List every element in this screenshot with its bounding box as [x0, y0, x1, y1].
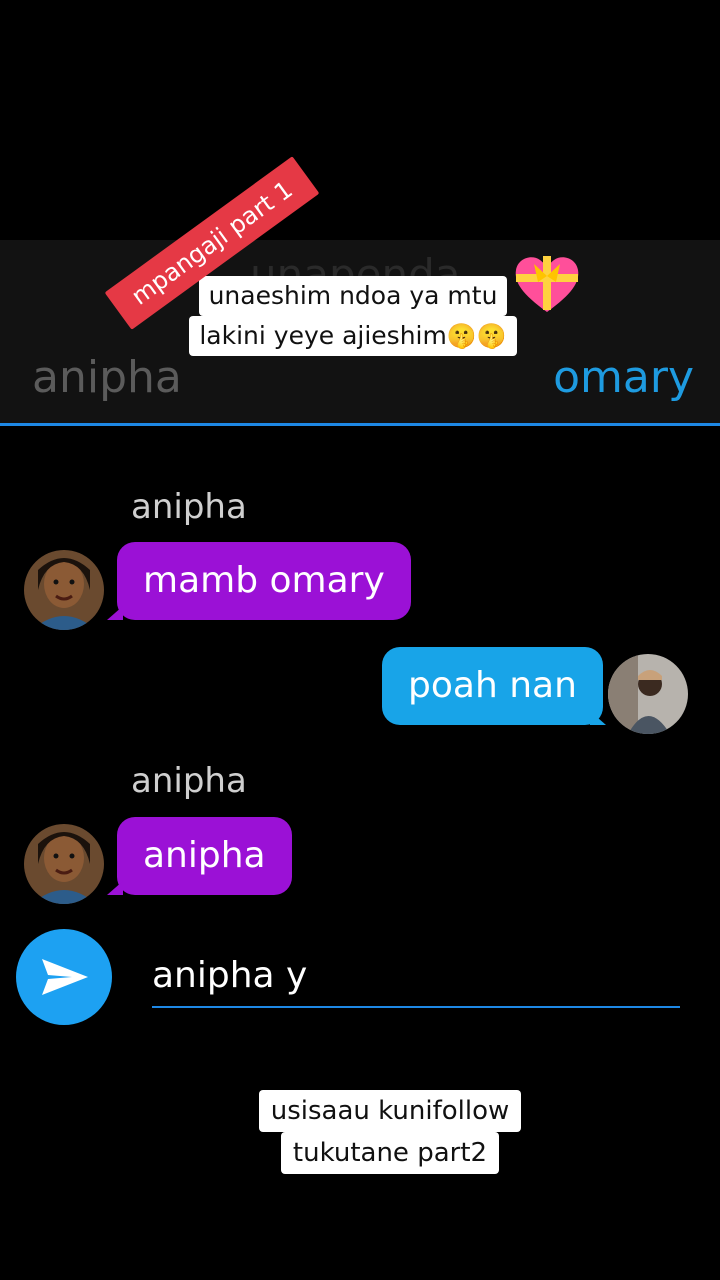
avatar-photo-icon [608, 654, 688, 734]
heart-with-ribbon-icon [515, 256, 579, 312]
header-divider [0, 423, 720, 426]
send-icon [42, 959, 88, 995]
header-left-name[interactable]: anipha [32, 352, 182, 403]
bubble-tail [107, 881, 123, 895]
message-bubble-incoming[interactable]: anipha [117, 817, 292, 895]
caption-line-1: unaeshim ndoa ya mtu [198, 276, 508, 316]
message-input[interactable]: anipha y [152, 955, 307, 996]
caption-line-2: lakini yeye ajieshim🤫🤫 [189, 316, 517, 356]
header-right-name[interactable]: omary [553, 352, 694, 403]
message-bubble-incoming[interactable]: mamb omary [117, 542, 411, 620]
overlay-caption: unaeshim ndoa ya mtu lakini yeye ajieshi… [178, 276, 528, 356]
avatar-anipha[interactable] [24, 824, 104, 904]
footer-line-2: tukutane part2 [280, 1132, 500, 1174]
message-bubble-outgoing[interactable]: poah nan [382, 647, 603, 725]
send-button[interactable] [16, 929, 112, 1025]
bubble-tail [590, 711, 606, 725]
footer-line-1: usisaau kunifollow [258, 1090, 522, 1132]
avatar-photo-icon [24, 550, 104, 630]
avatar-photo-icon [24, 824, 104, 904]
avatar-omary[interactable] [608, 654, 688, 734]
sender-label: anipha [131, 487, 247, 527]
avatar-anipha[interactable] [24, 550, 104, 630]
sender-label: anipha [131, 761, 247, 801]
caption-line-2-text: lakini yeye ajieshim [199, 321, 447, 350]
bubble-tail [107, 606, 123, 620]
footer-caption: usisaau kunifollow tukutane part2 [240, 1090, 540, 1174]
input-underline [152, 1006, 680, 1008]
shushing-face-icon: 🤫🤫 [446, 322, 507, 350]
